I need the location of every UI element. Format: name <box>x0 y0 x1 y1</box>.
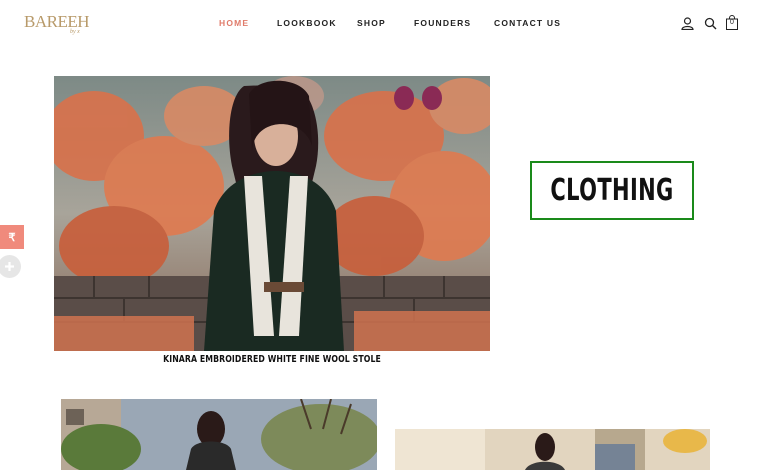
user-icon[interactable] <box>681 17 694 30</box>
hero-image[interactable] <box>54 76 490 351</box>
product-image-1[interactable] <box>61 399 377 470</box>
logo-subtext: by x <box>70 29 80 35</box>
nav-item-lookbook[interactable]: LOOKBOOK <box>277 18 337 28</box>
nav-item-home[interactable]: HOME <box>219 18 249 28</box>
site-header: BAREEH by x HOME LOOKBOOK SHOP FOUNDERS … <box>0 0 770 46</box>
clothing-label: CLOTHING <box>550 173 674 208</box>
nav-item-founders[interactable]: FOUNDERS <box>414 18 471 28</box>
cart-count: 0 <box>730 19 734 26</box>
rupee-icon: ₹ <box>8 231 16 244</box>
nav-item-shop[interactable]: SHOP <box>357 18 386 28</box>
search-icon[interactable] <box>704 17 717 30</box>
hero-caption[interactable]: KINARA EMBROIDERED WHITE FINE WOOL STOLE <box>93 354 451 365</box>
nav-item-contact-us[interactable]: CONTACT US <box>494 18 561 28</box>
bag-icon[interactable]: 0 <box>726 15 738 30</box>
clothing-category-button[interactable]: CLOTHING <box>530 161 694 220</box>
currency-switcher[interactable]: ₹ <box>0 225 24 249</box>
brand-logo[interactable]: BAREEH by x <box>24 12 90 36</box>
product-image-2[interactable] <box>395 429 710 470</box>
plus-icon[interactable] <box>0 255 21 278</box>
